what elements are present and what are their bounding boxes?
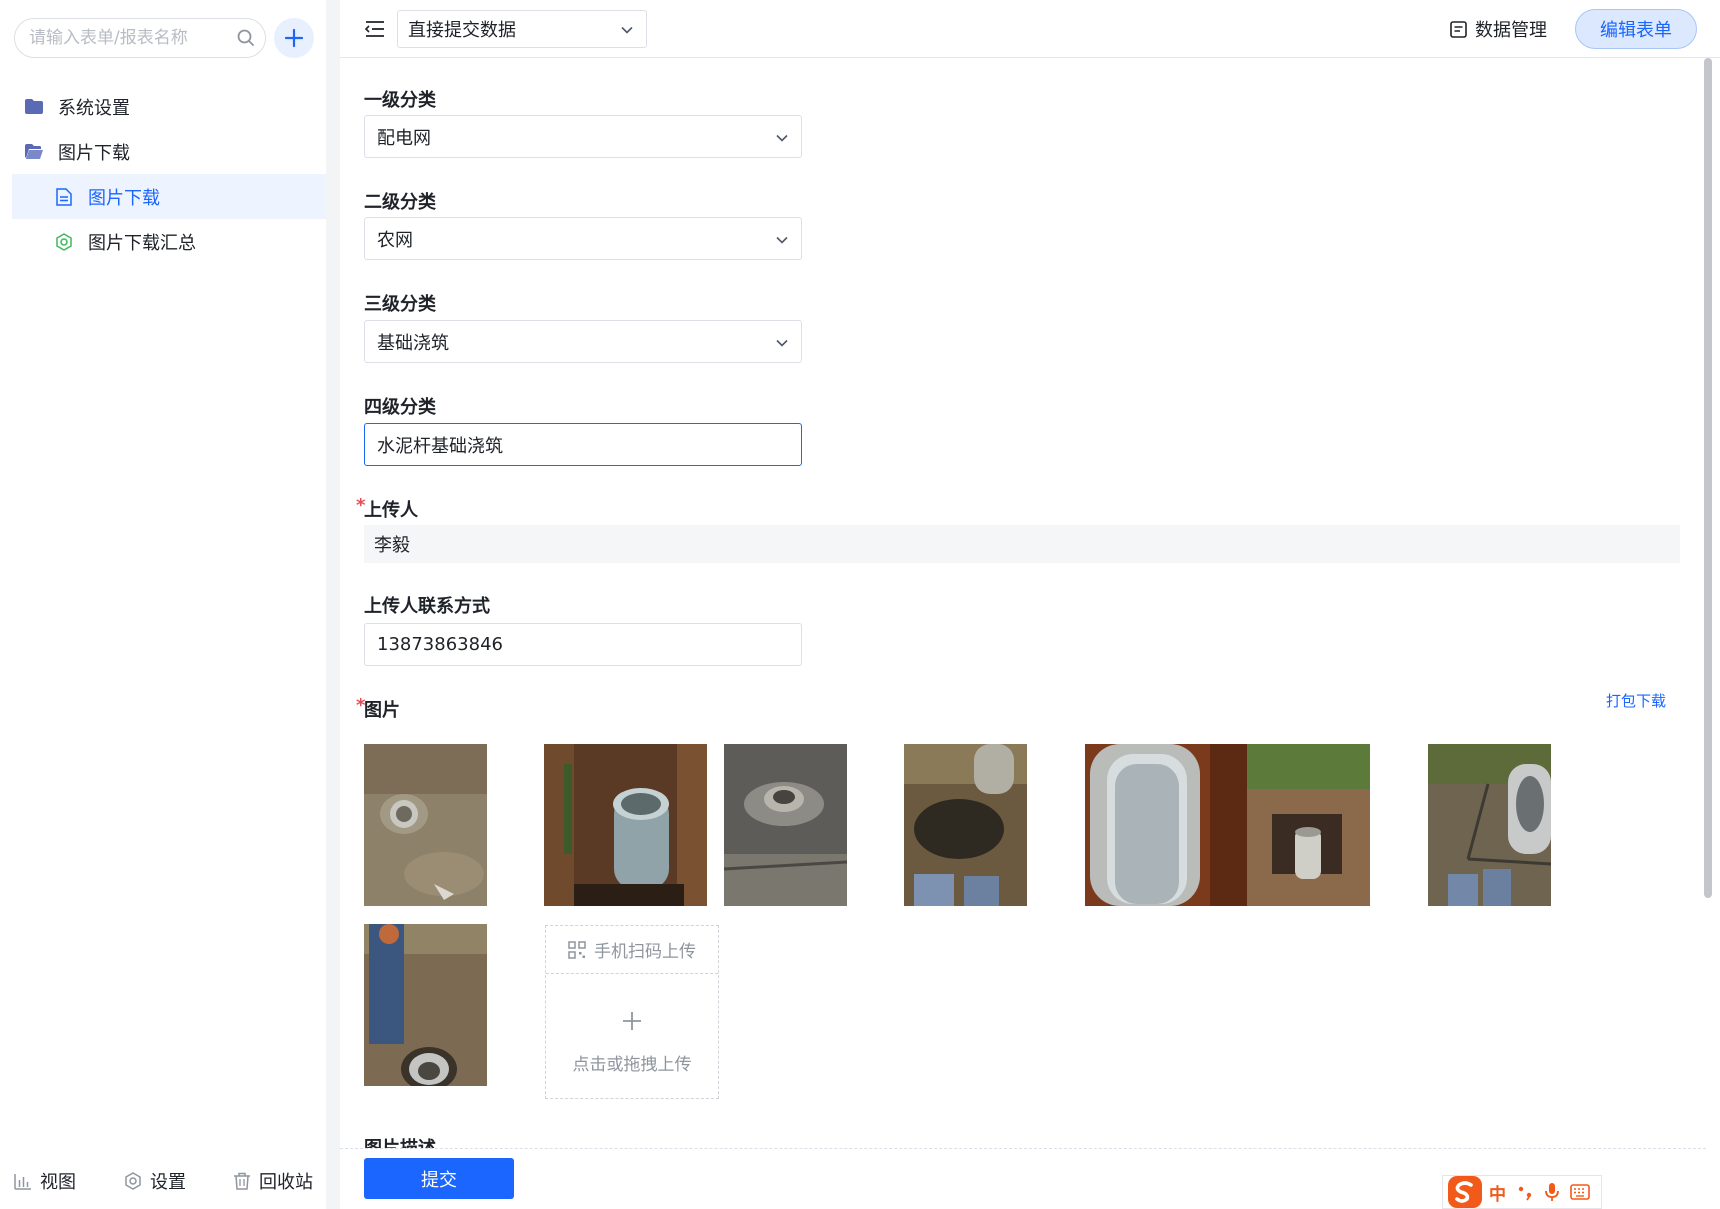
folder-icon — [24, 97, 44, 117]
trash-icon — [234, 1172, 250, 1190]
field-label-image-description: 图片描述 — [364, 1134, 436, 1148]
field-label-contact: 上传人联系方式 — [364, 596, 490, 617]
search-icon[interactable] — [236, 28, 256, 48]
level3-value: 基础浇筑 — [377, 332, 449, 354]
ime-mode-label: 中 — [1489, 1184, 1506, 1205]
ime-toolbar[interactable]: 中 — [1442, 1175, 1602, 1209]
sogou-logo-icon — [1448, 1176, 1482, 1208]
bar-chart-icon — [14, 1174, 31, 1190]
image-thumbnail[interactable] — [1085, 744, 1247, 906]
punctuation-icon — [1518, 1186, 1532, 1201]
chevron-down-icon — [776, 339, 788, 347]
image-thumbnail[interactable] — [1428, 744, 1551, 906]
chevron-down-icon — [621, 26, 633, 34]
required-mark: * — [356, 495, 366, 516]
plus-icon — [546, 1010, 718, 1036]
chevron-down-icon — [776, 134, 788, 142]
folder-open-icon — [24, 142, 44, 162]
level1-select[interactable]: 配电网 — [364, 115, 802, 158]
level3-select[interactable]: 基础浇筑 — [364, 320, 802, 363]
image-thumbnail[interactable] — [364, 924, 487, 1086]
main-panel: 直接提交数据 数据管理 编辑表单 一级分类 配电网 二级分类 农网 三级分类 基… — [340, 0, 1720, 1209]
recycle-bin-button[interactable]: 回收站 — [233, 1168, 313, 1194]
image-thumbnail[interactable] — [364, 744, 487, 906]
submit-mode-select[interactable]: 直接提交数据 — [397, 10, 647, 48]
data-management-label: 数据管理 — [1475, 20, 1547, 41]
view-button[interactable]: 视图 — [14, 1168, 76, 1194]
level1-value: 配电网 — [377, 127, 431, 149]
level2-select[interactable]: 农网 — [364, 217, 802, 260]
tree-item-label: 图片下载汇总 — [88, 232, 196, 254]
tree-item-image-download-form[interactable]: 图片下载 — [12, 174, 326, 219]
form-body: 一级分类 配电网 二级分类 农网 三级分类 基础浇筑 四级分类 * — [340, 58, 1706, 1148]
keyboard-icon — [1570, 1184, 1590, 1200]
plus-icon — [284, 28, 304, 48]
settings-label: 设置 — [150, 1172, 186, 1193]
level2-value: 农网 — [377, 229, 413, 251]
chevron-down-icon — [776, 236, 788, 244]
scrollbar-thumb[interactable] — [1704, 58, 1712, 898]
field-label-level3: 三级分类 — [364, 294, 436, 315]
tree-item-label: 图片下载 — [58, 142, 130, 164]
sidebar-divider — [326, 0, 340, 1209]
microphone-icon — [1545, 1183, 1559, 1201]
field-label-uploader: * 上传人 — [356, 495, 418, 522]
uploader-label: 上传人 — [364, 500, 418, 521]
drag-upload-label: 点击或拖拽上传 — [572, 1055, 692, 1075]
search-input[interactable] — [14, 18, 266, 58]
tree-item-label: 图片下载 — [88, 187, 160, 209]
required-mark: * — [356, 695, 366, 716]
edit-form-button[interactable]: 编辑表单 — [1575, 9, 1697, 49]
tree-item-system-settings[interactable]: 系统设置 — [12, 84, 326, 129]
top-toolbar: 直接提交数据 数据管理 编辑表单 — [340, 0, 1720, 58]
tree-item-label: 系统设置 — [58, 97, 130, 119]
gear-icon — [125, 1172, 141, 1190]
image-thumbnail[interactable] — [1247, 744, 1370, 906]
qr-upload-label: 手机扫码上传 — [594, 942, 696, 962]
data-management-button[interactable]: 数据管理 — [1450, 16, 1547, 42]
qr-upload-button[interactable]: 手机扫码上传 — [546, 926, 718, 974]
image-thumbnail[interactable] — [544, 744, 707, 906]
sidebar-footer: 视图 设置 回收站 — [0, 1152, 326, 1209]
image-thumbnail[interactable] — [724, 744, 847, 906]
images-label: 图片 — [364, 700, 400, 721]
app-root: 系统设置 图片下载 图片下载 图片下载汇总 — [0, 0, 1720, 1209]
field-label-images: * 图片 — [356, 695, 400, 722]
image-upload-dropzone[interactable]: 手机扫码上传 点击或拖拽上传 — [545, 925, 719, 1099]
tree-item-image-download-summary[interactable]: 图片下载汇总 — [12, 219, 326, 264]
menu-toggle-icon[interactable] — [364, 18, 386, 40]
qr-code-icon — [568, 940, 586, 959]
contact-input[interactable] — [364, 623, 802, 666]
pack-download-link[interactable]: 打包下载 — [1606, 690, 1666, 711]
add-button[interactable] — [274, 18, 314, 58]
level4-input[interactable] — [364, 423, 802, 466]
field-label-level1: 一级分类 — [364, 90, 436, 111]
tree-item-image-download-folder[interactable]: 图片下载 — [12, 129, 326, 174]
nav-tree: 系统设置 图片下载 图片下载 图片下载汇总 — [12, 84, 326, 264]
form-doc-icon — [54, 187, 74, 207]
report-icon — [54, 232, 74, 252]
submit-button[interactable]: 提交 — [364, 1158, 514, 1199]
view-label: 视图 — [40, 1172, 76, 1193]
field-label-level2: 二级分类 — [364, 192, 436, 213]
sidebar: 系统设置 图片下载 图片下载 图片下载汇总 — [0, 0, 326, 1209]
image-thumbnail[interactable] — [904, 744, 1027, 906]
data-management-icon — [1450, 20, 1467, 38]
recycle-bin-label: 回收站 — [259, 1172, 313, 1193]
settings-button[interactable]: 设置 — [124, 1168, 186, 1194]
uploader-value: 李毅 — [364, 525, 1680, 563]
field-label-level4: 四级分类 — [364, 397, 436, 418]
submit-mode-value: 直接提交数据 — [408, 20, 516, 41]
